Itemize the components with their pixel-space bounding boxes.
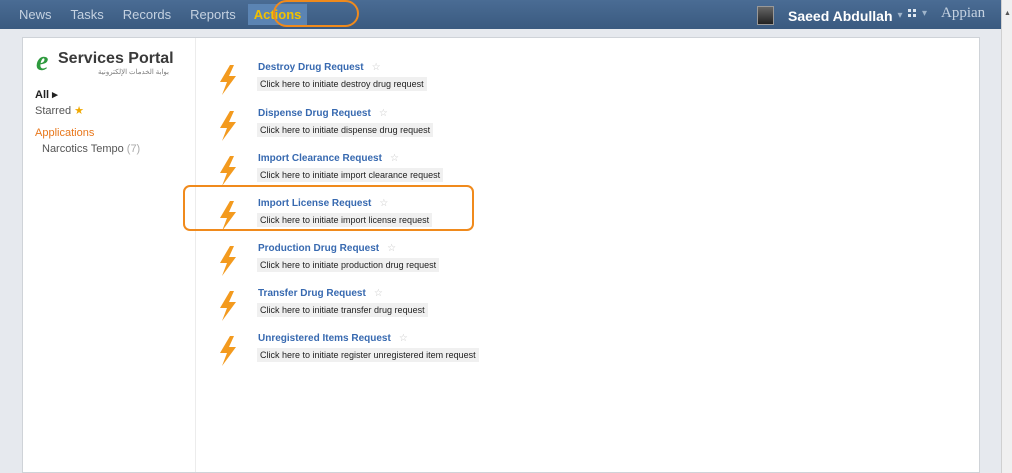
user-menu[interactable]: Saeed Abdullah ▾ bbox=[757, 6, 903, 25]
lightning-icon bbox=[220, 336, 236, 366]
action-title[interactable]: Destroy Drug Request ☆ bbox=[258, 62, 381, 73]
avatar bbox=[757, 6, 774, 25]
star-icon[interactable]: ☆ bbox=[379, 108, 388, 119]
sidebar: e Services Portal بوابة الخدمات الإلكترو… bbox=[23, 38, 196, 472]
list-item[interactable]: Destroy Drug Request ☆ Click here to init… bbox=[203, 58, 523, 98]
star-icon[interactable]: ☆ bbox=[390, 153, 399, 164]
app-count: (7) bbox=[126, 143, 141, 155]
action-description: Click here to initiate import license re… bbox=[257, 213, 433, 227]
logo-e-icon: e bbox=[36, 46, 49, 77]
main-nav: News Tasks Records Reports Actions bbox=[0, 0, 308, 29]
list-item[interactable]: Transfer Drug Request ☆ Click here to ini… bbox=[203, 284, 523, 324]
action-description: Click here to initiate import clearance … bbox=[257, 168, 444, 182]
nav-reports[interactable]: Reports bbox=[190, 7, 236, 22]
lightning-icon bbox=[220, 65, 236, 95]
top-navigation-bar: News Tasks Records Reports Actions Saeed… bbox=[0, 0, 1002, 29]
list-item[interactable]: Dispense Drug Request ☆ Click here to ini… bbox=[203, 104, 523, 144]
eservices-logo: e Services Portal بوابة الخدمات الإلكترو… bbox=[36, 46, 186, 80]
lightning-icon bbox=[220, 201, 236, 231]
star-icon: ★ bbox=[74, 105, 85, 117]
nav-news[interactable]: News bbox=[19, 7, 52, 22]
applications-heading: Applications bbox=[35, 127, 95, 139]
star-icon[interactable]: ☆ bbox=[374, 288, 383, 299]
filter-starred[interactable]: Starred ★ bbox=[35, 104, 84, 117]
sidebar-item-narcotics-tempo[interactable]: Narcotics Tempo (7) bbox=[42, 143, 140, 155]
action-description: Click here to initiate register unregist… bbox=[257, 348, 479, 362]
star-icon[interactable]: ☆ bbox=[379, 198, 388, 209]
star-icon[interactable]: ☆ bbox=[372, 62, 381, 73]
lightning-icon bbox=[220, 156, 236, 186]
nav-tasks[interactable]: Tasks bbox=[71, 7, 104, 22]
filter-all[interactable]: All ▸ bbox=[35, 88, 58, 101]
lightning-icon bbox=[220, 291, 236, 321]
action-title[interactable]: Production Drug Request ☆ bbox=[258, 243, 396, 254]
scroll-up-icon[interactable]: ▲ bbox=[1004, 10, 1011, 17]
lightning-icon bbox=[220, 246, 236, 276]
logo-arabic-text: بوابة الخدمات الإلكترونية bbox=[98, 69, 169, 76]
action-title[interactable]: Unregistered Items Request ☆ bbox=[258, 333, 408, 344]
action-description: Click here to initiate destroy drug requ… bbox=[257, 77, 427, 91]
chevron-down-icon[interactable]: ▾ bbox=[922, 8, 927, 19]
logo-text: Services Portal bbox=[58, 50, 174, 67]
app-name: Narcotics Tempo bbox=[42, 143, 124, 155]
action-title[interactable]: Transfer Drug Request ☆ bbox=[258, 288, 383, 299]
chevron-down-icon[interactable]: ▾ bbox=[898, 10, 903, 21]
nav-records[interactable]: Records bbox=[123, 7, 171, 22]
list-item[interactable]: Unregistered Items Request ☆ Click here t… bbox=[203, 329, 523, 369]
grid-icon[interactable] bbox=[908, 9, 918, 19]
action-title[interactable]: Dispense Drug Request ☆ bbox=[258, 108, 388, 119]
list-item[interactable]: Import License Request ☆ Click here to in… bbox=[203, 194, 523, 234]
main-panel: e Services Portal بوابة الخدمات الإلكترو… bbox=[22, 37, 980, 473]
star-icon[interactable]: ☆ bbox=[387, 243, 396, 254]
nav-actions[interactable]: Actions bbox=[247, 4, 308, 25]
action-description: Click here to initiate dispense drug req… bbox=[257, 123, 434, 137]
action-title[interactable]: Import License Request ☆ bbox=[258, 198, 388, 209]
lightning-icon bbox=[220, 111, 236, 141]
action-description: Click here to initiate production drug r… bbox=[257, 258, 440, 272]
action-description: Click here to initiate transfer drug req… bbox=[257, 303, 428, 317]
user-name[interactable]: Saeed Abdullah bbox=[788, 8, 893, 24]
filter-starred-label: Starred bbox=[35, 105, 72, 117]
action-title[interactable]: Import Clearance Request ☆ bbox=[258, 153, 399, 164]
star-icon[interactable]: ☆ bbox=[399, 333, 408, 344]
appian-logo: Appian bbox=[941, 5, 986, 21]
scrollbar[interactable]: ▲ bbox=[1001, 0, 1012, 473]
list-item[interactable]: Production Drug Request ☆ Click here to i… bbox=[203, 239, 523, 279]
list-item[interactable]: Import Clearance Request ☆ Click here to … bbox=[203, 149, 523, 189]
